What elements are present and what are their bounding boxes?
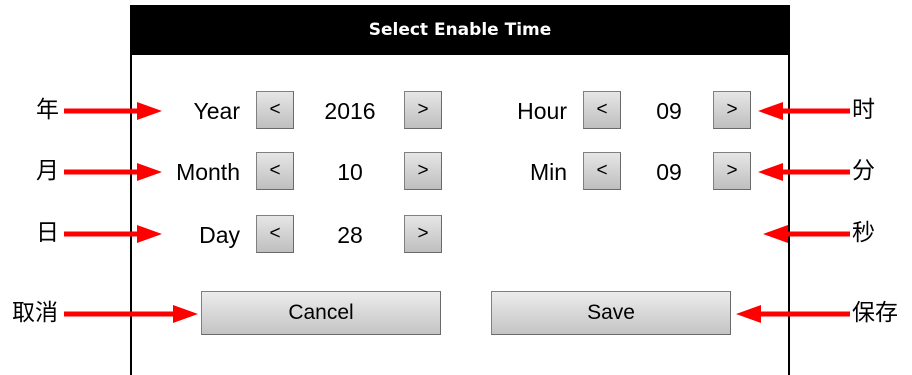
arrow-minute	[758, 163, 850, 181]
annotation-second: 秒	[852, 220, 875, 246]
arrow-save	[736, 305, 850, 323]
annotation-year: 年	[36, 97, 59, 123]
arrow-second	[763, 225, 850, 243]
annotation-cancel: 取消	[12, 300, 58, 326]
arrow-hour	[758, 102, 850, 120]
arrow-cancel	[64, 305, 198, 323]
arrow-month	[64, 163, 162, 181]
annotation-minute: 分	[852, 158, 875, 184]
annotation-hour: 时	[852, 97, 875, 123]
arrow-year	[64, 102, 162, 120]
annotation-day: 日	[36, 220, 59, 246]
annotation-save: 保存	[852, 300, 898, 326]
annotation-arrows	[64, 102, 850, 323]
arrow-day	[64, 225, 162, 243]
annotation-month: 月	[36, 158, 59, 184]
